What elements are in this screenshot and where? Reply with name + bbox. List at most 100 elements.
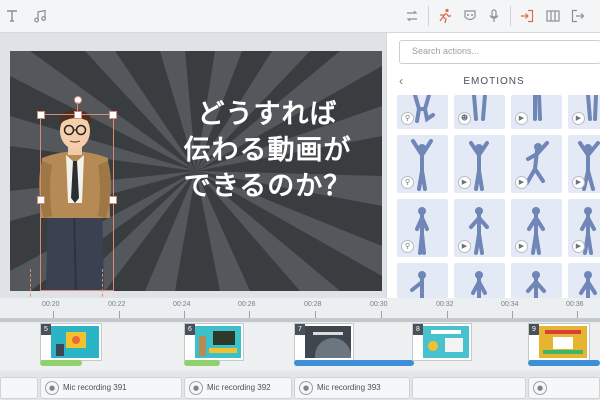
pose-tile[interactable]: ▶ — [568, 135, 600, 193]
mic-recording-label: Mic recording 392 — [207, 383, 271, 392]
resize-handle[interactable] — [109, 196, 117, 204]
audio-track: ● Mic recording 391 ● Mic recording 392 … — [0, 372, 600, 400]
transition-bar[interactable] — [40, 360, 82, 366]
play-icon[interactable]: ▶ — [515, 176, 528, 189]
mic-recording-clip[interactable]: ● Mic recording 392 — [184, 377, 292, 399]
slide-heading: どうすれば 伝わる動画が できるのか？ — [160, 97, 375, 205]
mask-icon[interactable]: ☻ — [458, 112, 471, 125]
tick-label: 00:22 — [108, 301, 126, 308]
transition-bar[interactable] — [184, 360, 220, 366]
scene-thumbnail — [195, 326, 241, 358]
slide-heading-line: 伝わる動画が — [183, 135, 352, 166]
play-icon[interactable]: ▶ — [572, 112, 585, 125]
play-icon[interactable]: ▶ — [572, 240, 585, 253]
scene-track: 5 6 7 8 9 — [0, 323, 600, 370]
rotate-handle[interactable] — [74, 96, 82, 104]
scene-clip[interactable]: 7 — [294, 323, 354, 361]
actions-panel: Search actions... ‹ EMOTIONS ⚲ ☻ ▶ ▶ ⚲ ▶… — [386, 33, 600, 298]
tick-label: 00:30 — [370, 301, 388, 308]
transition-bar[interactable] — [294, 360, 414, 366]
editor-canvas: どうすれば 伝わる動画が できるのか？ — [0, 33, 386, 331]
scene-number: 5 — [41, 324, 51, 335]
scene-clip[interactable]: 5 — [40, 323, 102, 361]
pose-tile[interactable]: ▶ — [454, 199, 505, 257]
zoom-icon[interactable]: ⚲ — [401, 176, 414, 189]
text-icon[interactable] — [0, 4, 24, 28]
slide-heading-line: できるのか？ — [183, 171, 352, 202]
play-icon[interactable]: ▶ — [458, 240, 471, 253]
microphone-icon: ● — [299, 381, 313, 395]
scene-thumbnail — [51, 326, 99, 358]
timeline-scrubber[interactable] — [0, 319, 600, 322]
mic-recording-clip[interactable]: ● Mic recording 393 — [294, 377, 410, 399]
mic-recording-clip[interactable] — [412, 377, 526, 399]
top-toolbar — [0, 0, 600, 33]
pose-tile[interactable]: ⚲ — [397, 95, 448, 129]
scene-number: 9 — [529, 324, 539, 335]
mic-recording-label: Mic recording 393 — [317, 383, 381, 392]
tick-label: 00:28 — [304, 301, 322, 308]
microphone-icon: ● — [533, 381, 547, 395]
timeline: 00:20 00:22 00:24 00:26 00:28 00:30 00:3… — [0, 298, 600, 400]
timeline-ruler[interactable]: 00:20 00:22 00:24 00:26 00:28 00:30 00:3… — [0, 298, 600, 319]
pose-tile[interactable]: ▶ — [511, 199, 562, 257]
tick-label: 00:36 — [566, 301, 584, 308]
play-icon[interactable]: ▶ — [515, 240, 528, 253]
zoom-icon[interactable]: ⚲ — [401, 112, 414, 125]
pose-tile[interactable] — [454, 263, 505, 298]
zoom-icon[interactable]: ⚲ — [401, 240, 414, 253]
scene-number: 8 — [413, 324, 423, 335]
slide-heading-line: どうすれば — [197, 99, 338, 130]
mask-icon[interactable] — [458, 4, 482, 28]
character-action-icon[interactable] — [433, 4, 457, 28]
scene-thumbnail — [305, 326, 351, 358]
pose-tile[interactable]: ▶ — [568, 199, 600, 257]
tick-label: 00:34 — [501, 301, 519, 308]
toolbar-divider — [510, 6, 511, 26]
rotate-handle-line — [77, 102, 78, 112]
scene-clip[interactable]: 8 — [412, 323, 472, 361]
pose-tile[interactable] — [568, 263, 600, 298]
scene-thumbnail — [423, 326, 469, 358]
search-actions-input[interactable]: Search actions... — [399, 40, 600, 64]
scene-clip[interactable]: 9 — [528, 323, 590, 361]
resize-handle[interactable] — [109, 111, 117, 119]
pose-tile[interactable]: ☻ — [454, 95, 505, 129]
pose-tile[interactable]: ▶ — [568, 95, 600, 129]
scene-number: 6 — [185, 324, 195, 335]
mic-recording-clip[interactable]: ● Mic recording 391 — [40, 377, 182, 399]
pose-tile[interactable]: ⚲ — [397, 199, 448, 257]
panel-header: ‹ EMOTIONS — [387, 71, 600, 93]
tick-label: 00:24 — [173, 301, 191, 308]
pose-tile[interactable] — [397, 263, 448, 298]
enter-icon[interactable] — [515, 4, 539, 28]
play-icon[interactable]: ▶ — [515, 112, 528, 125]
pose-tile[interactable]: ▶ — [454, 135, 505, 193]
microphone-icon[interactable] — [482, 4, 506, 28]
swap-icon[interactable] — [400, 4, 424, 28]
microphone-icon: ● — [45, 381, 59, 395]
pose-tile[interactable]: ▶ — [511, 135, 562, 193]
scene-slide[interactable]: どうすれば 伝わる動画が できるのか？ — [10, 51, 382, 291]
mic-recording-clip[interactable] — [0, 377, 38, 399]
pose-tile[interactable]: ⚲ — [397, 135, 448, 193]
layers-icon[interactable] — [541, 4, 565, 28]
pose-tile[interactable]: ▶ — [511, 95, 562, 129]
tick-label: 00:26 — [238, 301, 256, 308]
scene-number: 7 — [295, 324, 305, 335]
toolbar-divider — [428, 6, 429, 26]
microphone-icon: ● — [189, 381, 203, 395]
music-note-icon[interactable] — [28, 4, 52, 28]
play-icon[interactable]: ▶ — [572, 176, 585, 189]
mic-recording-clip[interactable]: ● — [528, 377, 600, 399]
resize-handle[interactable] — [37, 111, 45, 119]
pose-tile[interactable] — [511, 263, 562, 298]
selection-box[interactable] — [40, 114, 114, 291]
resize-handle[interactable] — [74, 111, 82, 119]
scene-thumbnail — [539, 326, 587, 358]
exit-icon[interactable] — [566, 4, 590, 28]
scene-clip[interactable]: 6 — [184, 323, 244, 361]
play-icon[interactable]: ▶ — [458, 176, 471, 189]
resize-handle[interactable] — [37, 196, 45, 204]
transition-bar[interactable] — [528, 360, 600, 366]
